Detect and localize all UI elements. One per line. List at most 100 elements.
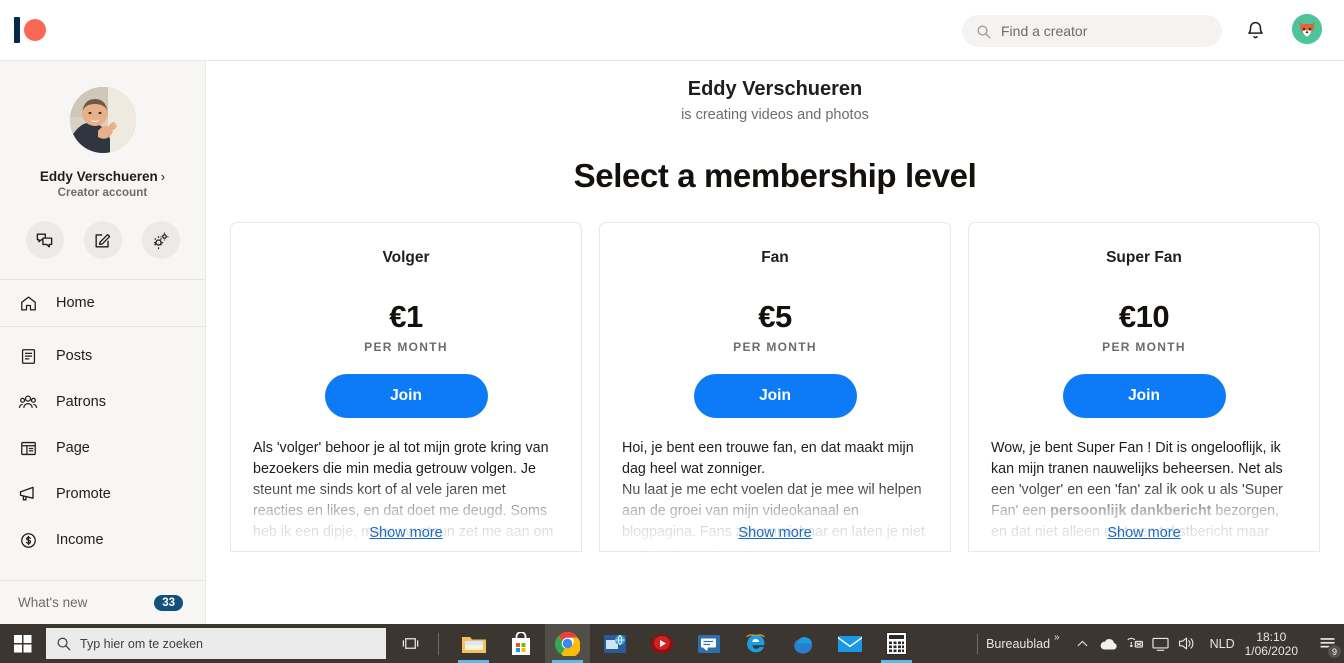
messages-button[interactable] — [25, 221, 64, 259]
join-button[interactable]: Join — [693, 374, 857, 418]
patrons-icon — [18, 392, 38, 412]
whats-new-row[interactable]: What's new 33 — [0, 580, 205, 624]
taskbar-app-remote-desktop[interactable] — [592, 624, 637, 663]
store-bag-icon — [511, 631, 530, 655]
ie-icon — [746, 634, 765, 653]
start-button[interactable] — [0, 624, 46, 663]
chat-bubbles-icon — [36, 232, 53, 248]
task-view-button[interactable] — [386, 624, 434, 663]
network-button[interactable] — [1122, 624, 1148, 663]
sidebar-item-label: Promote — [56, 486, 111, 502]
sidebar-profile: Eddy Verschueren › Creator account — [0, 61, 205, 259]
folder-icon — [461, 636, 486, 653]
onedrive-button[interactable] — [1096, 624, 1122, 663]
sidebar-nav-secondary: Posts Patrons Page Promote Income — [0, 327, 205, 563]
edge-icon — [793, 636, 812, 653]
patreon-logo[interactable] — [14, 17, 46, 43]
dollar-circle-icon — [18, 530, 38, 550]
search-input[interactable] — [1001, 23, 1208, 39]
show-hidden-icons-button[interactable] — [1070, 624, 1096, 663]
network-unavailable-icon — [1127, 637, 1144, 648]
volume-button[interactable] — [1174, 624, 1200, 663]
membership-card[interactable]: Super Fan €10 PER MONTH Join Wow, je ben… — [968, 222, 1320, 552]
sidebar-item-patrons[interactable]: Patrons — [0, 379, 205, 425]
taskbar-app-mail[interactable] — [827, 624, 872, 663]
tier-price: €5 — [758, 299, 792, 334]
tier-name: Fan — [761, 249, 789, 266]
main-content: Eddy Verschueren is creating videos and … — [206, 61, 1344, 624]
sidebar-item-label: Page — [56, 440, 90, 456]
show-more-link[interactable]: Show more — [600, 525, 950, 541]
taskbar-app-internet-explorer[interactable] — [733, 624, 778, 663]
notification-bell-icon[interactable] — [1245, 20, 1266, 41]
create-post-button[interactable] — [83, 221, 122, 259]
page-icon — [18, 438, 38, 458]
search-icon — [977, 25, 991, 38]
tray-divider — [977, 633, 979, 654]
logo-circle-icon — [24, 19, 46, 41]
taskbar-app-media-player[interactable] — [639, 624, 684, 663]
clock[interactable]: 18:10 1/06/2020 — [1245, 630, 1298, 658]
cloud-icon — [1100, 638, 1117, 650]
taskbar-app-microsoft-edge[interactable] — [780, 624, 825, 663]
taskbar-app-calculator[interactable] — [874, 624, 919, 663]
join-button[interactable]: Join — [1062, 374, 1226, 418]
sidebar-item-income[interactable]: Income — [0, 517, 205, 563]
sidebar-item-promote[interactable]: Promote — [0, 471, 205, 517]
sidebar-action-buttons — [0, 221, 205, 259]
desktop-toolbar-label[interactable]: Bureaublad — [986, 637, 1050, 651]
membership-card[interactable]: Volger €1 PER MONTH Join Als 'volger' be… — [230, 222, 582, 552]
whats-new-label: What's new — [18, 595, 88, 610]
membership-tier-list: Volger €1 PER MONTH Join Als 'volger' be… — [206, 222, 1344, 552]
sidebar-item-home[interactable]: Home — [0, 280, 205, 326]
settings-button[interactable] — [141, 221, 180, 259]
whats-new-badge: 33 — [154, 594, 183, 611]
membership-card[interactable]: Fan €5 PER MONTH Join Hoi, je bent een t… — [599, 222, 951, 552]
display-settings-button[interactable] — [1148, 624, 1174, 663]
toolbar-overflow-icon[interactable]: » — [1054, 632, 1060, 643]
patreon-creator-page: Eddy Verschueren › Creator account — [0, 0, 1344, 663]
sidebar-item-posts[interactable]: Posts — [0, 333, 205, 379]
taskbar-divider — [438, 632, 439, 655]
red-disc-icon — [650, 634, 673, 653]
top-header — [0, 0, 1344, 61]
creator-avatar[interactable] — [69, 87, 136, 153]
sidebar-item-label: Patrons — [56, 394, 106, 410]
taskbar-app-messaging[interactable] — [686, 624, 731, 663]
creator-name-link[interactable]: Eddy Verschueren › — [0, 169, 205, 184]
tier-period: PER MONTH — [733, 340, 817, 354]
action-center-button[interactable]: 9 — [1310, 624, 1344, 663]
taskbar-app-microsoft-store[interactable] — [498, 624, 543, 663]
edit-pencil-icon — [95, 233, 111, 248]
taskbar-search-placeholder: Typ hier om te zoeken — [80, 636, 203, 651]
description-bold-part: persoonlijk dankbericht — [1050, 503, 1212, 519]
show-more-link[interactable]: Show more — [969, 525, 1319, 541]
windows-start-icon — [14, 634, 32, 652]
taskbar-app-file-explorer[interactable] — [451, 624, 496, 663]
tier-name: Volger — [382, 249, 430, 266]
sidebar: Eddy Verschueren › Creator account Home … — [0, 61, 206, 624]
join-button[interactable]: Join — [324, 374, 488, 418]
creator-photo-icon — [69, 87, 136, 153]
envelope-icon — [837, 635, 862, 652]
clock-date: 1/06/2020 — [1244, 643, 1298, 658]
clock-time: 18:10 — [1256, 629, 1287, 644]
monitor-globe-icon — [603, 634, 626, 653]
taskbar-search[interactable]: Typ hier om te zoeken — [46, 628, 386, 659]
chevron-right-icon: › — [160, 169, 166, 184]
keyboard-language-indicator[interactable]: NLD — [1210, 637, 1235, 651]
display-icon — [1152, 637, 1169, 651]
posts-icon — [18, 346, 38, 366]
taskbar-app-google-chrome[interactable] — [545, 624, 590, 663]
page-creator-tagline: is creating videos and photos — [681, 107, 869, 123]
search-icon — [57, 637, 71, 651]
megaphone-icon — [18, 484, 38, 504]
sidebar-item-page[interactable]: Page — [0, 425, 205, 471]
creator-search[interactable] — [962, 15, 1222, 47]
notification-count-badge: 9 — [1327, 644, 1342, 659]
sidebar-item-label: Posts — [56, 348, 93, 364]
system-tray: Bureaublad » NLD 18:10 1/06/2020 9 — [977, 624, 1344, 663]
sidebar-item-label: Home — [56, 295, 95, 311]
show-more-link[interactable]: Show more — [231, 525, 581, 541]
user-avatar[interactable] — [1292, 14, 1322, 44]
